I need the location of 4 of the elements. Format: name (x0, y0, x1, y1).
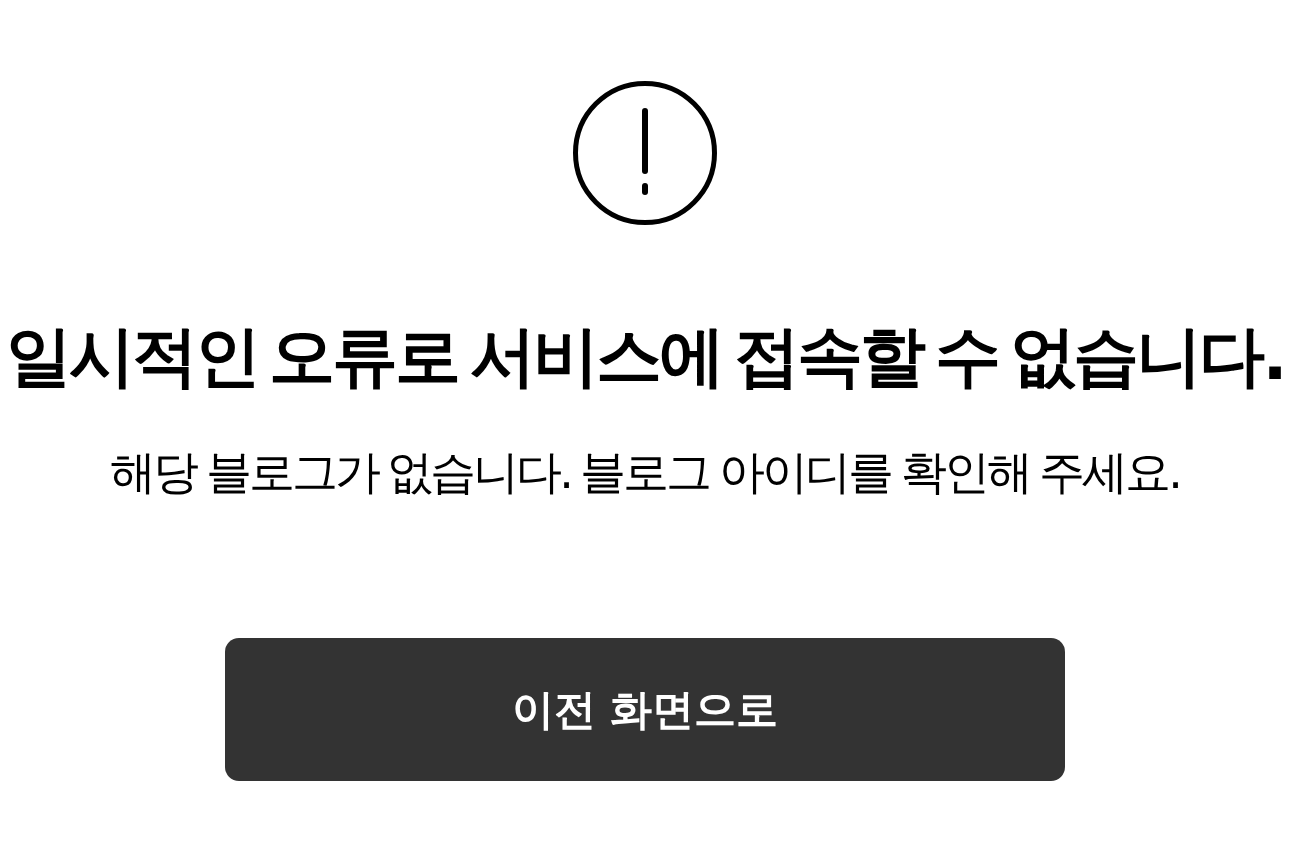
error-title: 일시적인 오류로 서비스에 접속할 수 없습니다. (5, 317, 1285, 397)
warning-icon (573, 81, 717, 225)
error-message: 해당 블로그가 없습니다. 블로그 아이디를 확인해 주세요. (110, 445, 1180, 501)
back-button[interactable]: 이전 화면으로 (225, 638, 1065, 782)
